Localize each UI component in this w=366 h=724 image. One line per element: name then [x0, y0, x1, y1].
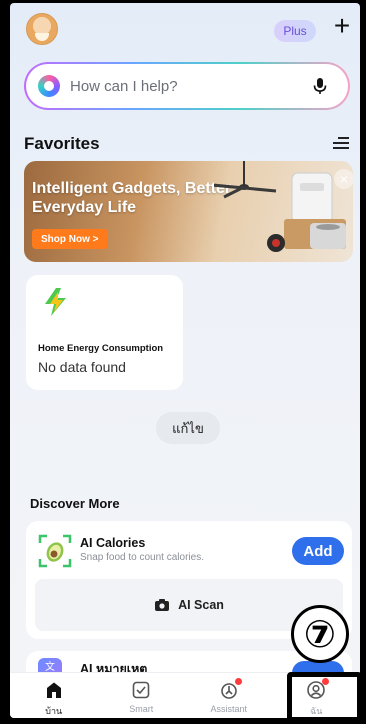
add-button[interactable]: + — [328, 12, 356, 41]
assistant-orb-icon — [38, 75, 60, 97]
smart-checkbox-icon — [132, 681, 150, 699]
ai-calories-title: AI Calories — [80, 536, 146, 550]
home-icon — [46, 682, 61, 698]
banner-close-button[interactable]: × — [334, 169, 353, 189]
avocado-icon — [38, 534, 72, 568]
energy-card-title: Home Energy Consumption — [38, 343, 164, 354]
nav-home-label: บ้าน — [45, 706, 63, 716]
nav-home[interactable]: บ้าน — [10, 673, 98, 718]
menu-icon[interactable] — [332, 135, 350, 151]
banner-headline: Intelligent Gadgets, Better Everyday Lif… — [32, 180, 232, 216]
microphone-icon[interactable] — [310, 76, 330, 96]
step-number-annotation: ⑦ — [291, 605, 349, 663]
discover-title: Discover More — [30, 496, 120, 511]
camera-icon — [155, 599, 170, 611]
avatar[interactable] — [26, 13, 58, 45]
gadgets-image — [214, 161, 346, 252]
nav-smart-label: Smart — [129, 704, 154, 714]
energy-bolt-icon — [45, 288, 66, 316]
search-bar[interactable] — [24, 62, 350, 110]
edit-button[interactable]: แก้ไข — [156, 412, 220, 444]
add-ai-calories-button[interactable]: Add — [292, 537, 344, 565]
promo-banner[interactable]: Intelligent Gadgets, Better Everyday Lif… — [24, 161, 353, 262]
nav-assistant[interactable]: Assistant — [185, 673, 273, 718]
profile-tab-highlight — [287, 672, 362, 722]
energy-card[interactable]: Home Energy Consumption No data found — [26, 275, 183, 390]
shop-now-button[interactable]: Shop Now > — [32, 229, 108, 249]
ai-calories-description: Snap food to count calories. — [80, 552, 204, 563]
plus-badge[interactable]: Plus — [274, 20, 316, 42]
favorites-title: Favorites — [24, 134, 100, 153]
nav-smart[interactable]: Smart — [98, 673, 186, 718]
energy-card-status: No data found — [38, 359, 126, 375]
assistant-notification-dot — [234, 678, 242, 685]
search-input[interactable] — [70, 77, 290, 95]
ai-scan-label: AI Scan — [178, 598, 224, 612]
nav-assistant-label: Assistant — [210, 704, 247, 714]
